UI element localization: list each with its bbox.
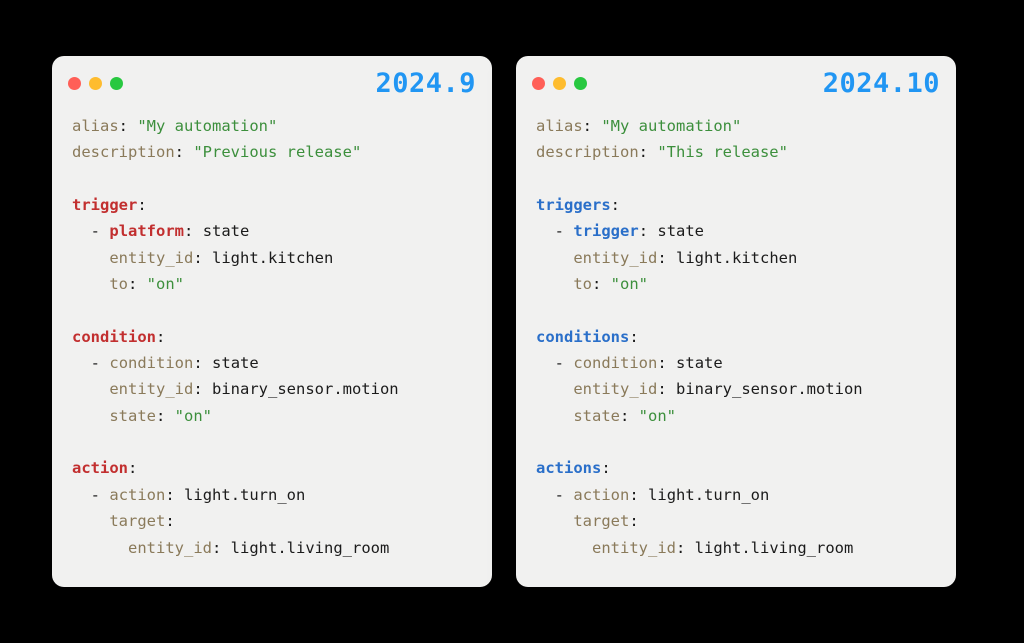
description-value: "This release" (657, 143, 788, 161)
alias-value: "My automation" (601, 117, 741, 135)
condition-entity: binary_sensor.motion (676, 380, 863, 398)
dash-icon: - (91, 222, 100, 240)
entity-id-key: entity_id (109, 249, 193, 267)
state-value: "on" (639, 407, 676, 425)
target-key: target (573, 512, 629, 530)
target-entity: light.living_room (695, 539, 854, 557)
trigger-value: state (203, 222, 250, 240)
entity-id-key: entity_id (109, 380, 193, 398)
minimize-icon[interactable] (89, 77, 102, 90)
trigger-subkey: platform (109, 222, 184, 240)
action-header: action (72, 459, 128, 477)
to-key: to (573, 275, 592, 293)
target-entity: light.living_room (231, 539, 390, 557)
state-value: "on" (175, 407, 212, 425)
titlebar: 2024.9 (52, 56, 492, 103)
state-key: state (109, 407, 156, 425)
version-label: 2024.10 (823, 68, 940, 99)
trigger-entity: light.kitchen (212, 249, 333, 267)
action-value: light.turn_on (648, 486, 769, 504)
code-body: alias: "My automation" description: "Pre… (52, 103, 492, 583)
to-value: "on" (611, 275, 648, 293)
description-value: "Previous release" (193, 143, 361, 161)
entity-id-key: entity_id (128, 539, 212, 557)
condition-key: condition (573, 354, 657, 372)
action-key: action (573, 486, 629, 504)
alias-key: alias (536, 117, 583, 135)
trigger-header: trigger (72, 196, 137, 214)
condition-entity: binary_sensor.motion (212, 380, 399, 398)
dash-icon: - (555, 222, 564, 240)
zoom-icon[interactable] (110, 77, 123, 90)
dash-icon: - (555, 354, 564, 372)
entity-id-key: entity_id (592, 539, 676, 557)
action-header: actions (536, 459, 601, 477)
minimize-icon[interactable] (553, 77, 566, 90)
close-icon[interactable] (532, 77, 545, 90)
alias-key: alias (72, 117, 119, 135)
traffic-lights (68, 77, 123, 90)
state-key: state (573, 407, 620, 425)
trigger-entity: light.kitchen (676, 249, 797, 267)
entity-id-key: entity_id (573, 380, 657, 398)
version-label: 2024.9 (375, 68, 476, 99)
condition-header: conditions (536, 328, 629, 346)
trigger-header: triggers (536, 196, 611, 214)
target-key: target (109, 512, 165, 530)
zoom-icon[interactable] (574, 77, 587, 90)
trigger-value: state (657, 222, 704, 240)
code-window-previous: 2024.9 alias: "My automation" descriptio… (52, 56, 492, 587)
dash-icon: - (91, 354, 100, 372)
titlebar: 2024.10 (516, 56, 956, 103)
alias-value: "My automation" (137, 117, 277, 135)
condition-key: condition (109, 354, 193, 372)
action-value: light.turn_on (184, 486, 305, 504)
condition-value: state (212, 354, 259, 372)
code-body: alias: "My automation" description: "Thi… (516, 103, 956, 583)
to-key: to (109, 275, 128, 293)
description-key: description (72, 143, 175, 161)
traffic-lights (532, 77, 587, 90)
to-value: "on" (147, 275, 184, 293)
dash-icon: - (555, 486, 564, 504)
description-key: description (536, 143, 639, 161)
condition-value: state (676, 354, 723, 372)
trigger-subkey: trigger (573, 222, 638, 240)
condition-header: condition (72, 328, 156, 346)
close-icon[interactable] (68, 77, 81, 90)
dash-icon: - (91, 486, 100, 504)
entity-id-key: entity_id (573, 249, 657, 267)
action-key: action (109, 486, 165, 504)
code-window-current: 2024.10 alias: "My automation" descripti… (516, 56, 956, 587)
